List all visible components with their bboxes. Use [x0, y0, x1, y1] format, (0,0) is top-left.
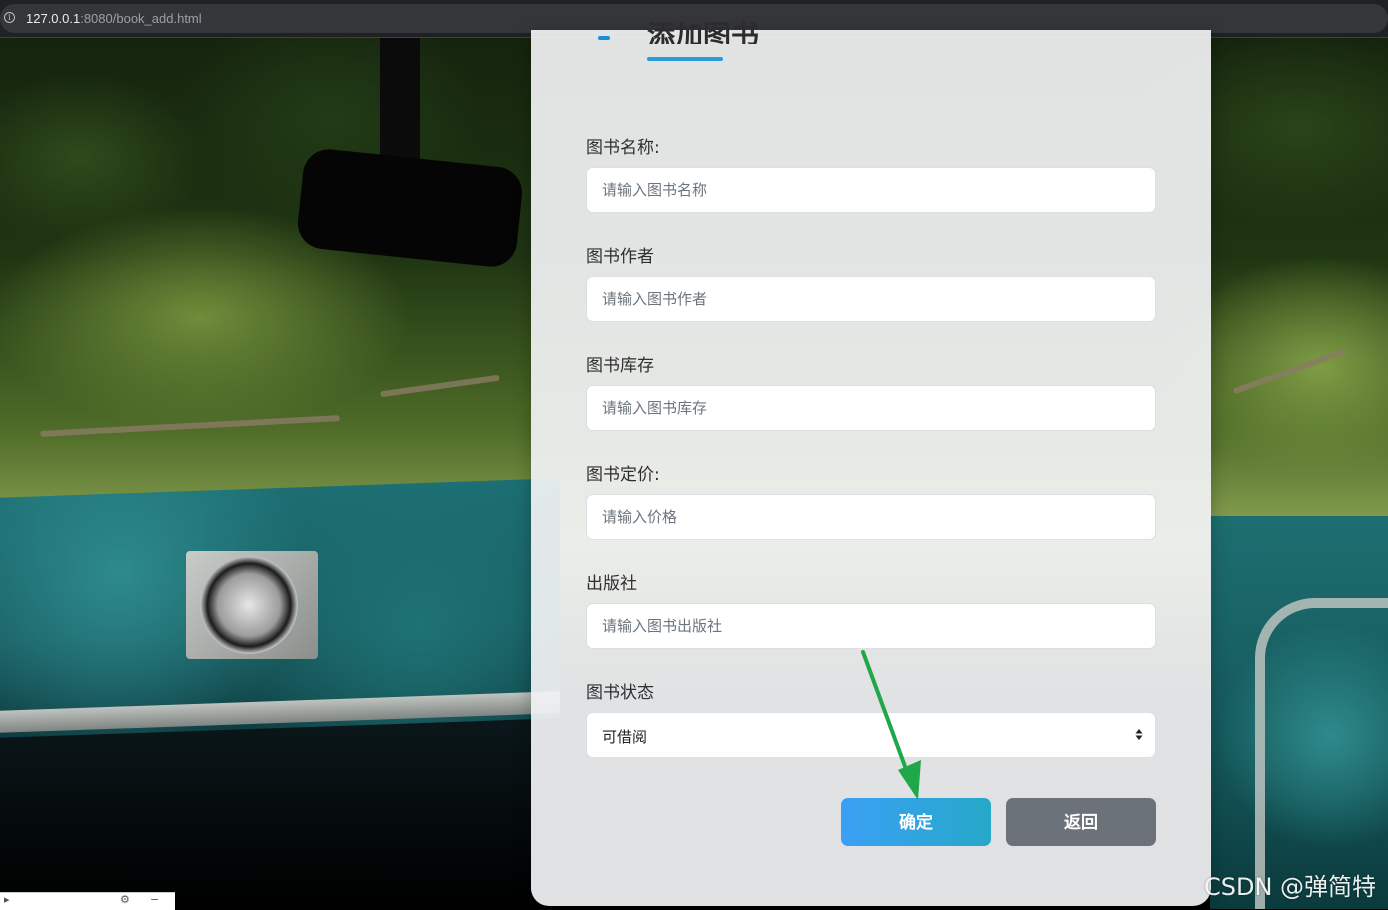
title-accent	[598, 36, 610, 40]
panel-play-icon: ▸	[4, 893, 10, 906]
publisher-label: 出版社	[586, 574, 637, 594]
watermark: CSDN @弹简特	[1204, 873, 1377, 901]
panel-settings-icon[interactable]: ⚙	[120, 893, 130, 906]
corner-panel: ▸ ⚙ −	[0, 892, 175, 910]
gauge	[200, 556, 298, 654]
book-status-value: 可借阅	[602, 728, 648, 746]
book-author-input[interactable]	[586, 276, 1156, 322]
book-price-label: 图书定价:	[586, 465, 660, 485]
book-name-input[interactable]	[586, 167, 1156, 213]
panel-minus-icon[interactable]: −	[150, 893, 159, 906]
book-name-label: 图书名称:	[586, 138, 660, 158]
back-button[interactable]: 返回	[1006, 798, 1156, 846]
select-updown-icon	[1135, 729, 1143, 740]
form-title: 添加图书	[647, 22, 760, 44]
book-status-label: 图书状态	[586, 683, 654, 703]
url-text[interactable]: 127.0.0.1:8080/book_add.html	[26, 11, 202, 26]
url-host: 127.0.0.1	[26, 11, 81, 26]
book-price-input[interactable]	[586, 494, 1156, 540]
book-author-label: 图书作者	[586, 247, 654, 267]
url-path: :8080/book_add.html	[80, 11, 202, 26]
annotation-arrow-icon	[861, 650, 921, 800]
book-stock-input[interactable]	[586, 385, 1156, 431]
title-underline	[647, 57, 723, 61]
book-stock-label: 图书库存	[586, 356, 654, 376]
site-info-icon[interactable]: i	[4, 12, 15, 23]
rearview-mirror	[295, 146, 525, 270]
